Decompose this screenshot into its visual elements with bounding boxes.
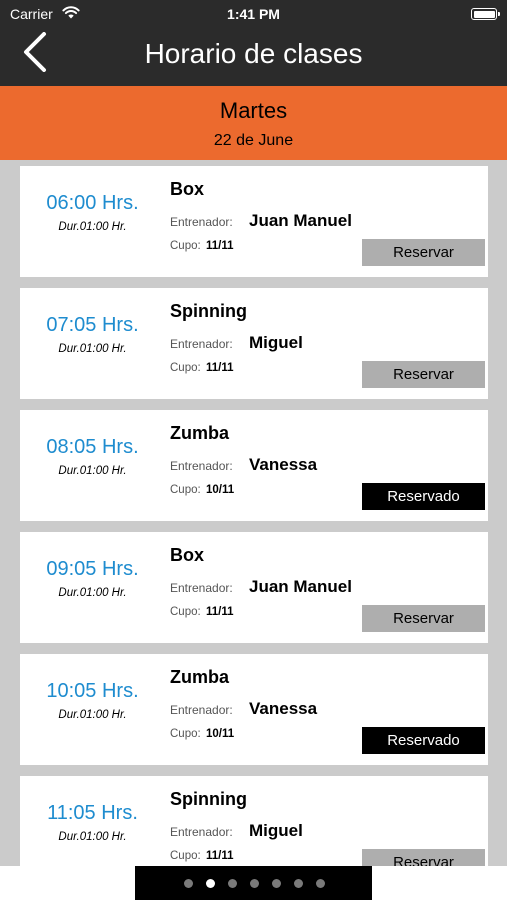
trainer-label: Entrenador: xyxy=(170,337,233,351)
trainer-label: Entrenador: xyxy=(170,703,233,717)
page-dot-active[interactable] xyxy=(206,879,215,888)
page-dot[interactable] xyxy=(250,879,259,888)
page-dot[interactable] xyxy=(316,879,325,888)
capacity-label: Cupo: xyxy=(170,240,201,252)
capacity-label: Cupo: xyxy=(170,728,201,740)
class-name: Spinning xyxy=(170,301,247,321)
capacity-label: Cupo: xyxy=(170,484,201,496)
class-card: 11:05 Hrs. Dur.01:00 Hr. Spinning Entren… xyxy=(20,776,488,866)
reserved-button[interactable]: Reservado xyxy=(362,483,485,510)
class-list[interactable]: 06:00 Hrs. Dur.01:00 Hr. Box Entrenador:… xyxy=(0,160,507,866)
capacity-value: 11/11 xyxy=(206,606,234,618)
trainer-name: Juan Manuel xyxy=(249,577,352,596)
page-dot[interactable] xyxy=(184,879,193,888)
class-name: Box xyxy=(170,179,205,199)
class-name: Zumba xyxy=(170,667,230,687)
trainer-label: Entrenador: xyxy=(170,459,233,473)
class-time: 11:05 Hrs. xyxy=(47,802,138,824)
class-duration: Dur.01:00 Hr. xyxy=(58,709,127,721)
class-duration: Dur.01:00 Hr. xyxy=(58,221,127,233)
capacity-label: Cupo: xyxy=(170,850,201,862)
trainer-name: Miguel xyxy=(249,821,303,840)
reserve-button[interactable]: Reservar xyxy=(362,605,485,632)
trainer-name: Vanessa xyxy=(249,455,318,474)
class-time: 06:00 Hrs. xyxy=(46,192,139,214)
battery-icon xyxy=(471,8,500,20)
trainer-label: Entrenador: xyxy=(170,215,233,229)
trainer-label: Entrenador: xyxy=(170,825,233,839)
day-banner: Martes 22 de June xyxy=(0,86,507,160)
trainer-name: Juan Manuel xyxy=(249,211,352,230)
reserve-button[interactable]: Reservar xyxy=(362,361,485,388)
class-duration: Dur.01:00 Hr. xyxy=(58,587,127,599)
day-date: 22 de June xyxy=(213,132,294,149)
class-card: 07:05 Hrs. Dur.01:00 Hr. Spinning Entren… xyxy=(20,288,488,399)
class-duration: Dur.01:00 Hr. xyxy=(58,343,127,355)
class-time: 09:05 Hrs. xyxy=(46,558,139,580)
page-indicator[interactable] xyxy=(135,866,372,900)
reserve-button[interactable]: Reservar xyxy=(362,849,485,866)
status-time: 1:41 PM xyxy=(227,6,280,22)
class-name: Box xyxy=(170,545,205,565)
class-time: 08:05 Hrs. xyxy=(46,436,139,458)
class-name: Spinning xyxy=(170,789,247,809)
page-dot[interactable] xyxy=(228,879,237,888)
trainer-label: Entrenador: xyxy=(170,581,233,595)
reserved-button[interactable]: Reservado xyxy=(362,727,485,754)
class-duration: Dur.01:00 Hr. xyxy=(58,831,127,843)
capacity-label: Cupo: xyxy=(170,606,201,618)
capacity-value: 11/11 xyxy=(206,362,234,374)
class-name: Zumba xyxy=(170,423,230,443)
class-card: 10:05 Hrs. Dur.01:00 Hr. Zumba Entrenado… xyxy=(20,654,488,765)
reserve-button[interactable]: Reservar xyxy=(362,239,485,266)
capacity-label: Cupo: xyxy=(170,362,201,374)
trainer-name: Miguel xyxy=(249,333,303,352)
page-title: Horario de clases xyxy=(144,38,363,69)
capacity-value: 11/11 xyxy=(206,240,234,252)
trainer-name: Vanessa xyxy=(249,699,318,718)
capacity-value: 10/11 xyxy=(206,728,235,740)
status-bar: Carrier 1:41 PM xyxy=(0,0,507,28)
class-card: 08:05 Hrs. Dur.01:00 Hr. Zumba Entrenado… xyxy=(20,410,488,521)
page-dot[interactable] xyxy=(272,879,281,888)
class-card: 06:00 Hrs. Dur.01:00 Hr. Box Entrenador:… xyxy=(20,166,488,277)
day-name: Martes xyxy=(219,98,288,123)
navigation-bar: Horario de clases xyxy=(0,28,507,86)
page-dot[interactable] xyxy=(294,879,303,888)
class-card: 09:05 Hrs. Dur.01:00 Hr. Box Entrenador:… xyxy=(20,532,488,643)
class-duration: Dur.01:00 Hr. xyxy=(58,465,127,477)
class-time: 07:05 Hrs. xyxy=(46,314,139,336)
capacity-value: 10/11 xyxy=(206,484,235,496)
capacity-value: 11/11 xyxy=(206,850,234,862)
class-time: 10:05 Hrs. xyxy=(46,680,139,702)
